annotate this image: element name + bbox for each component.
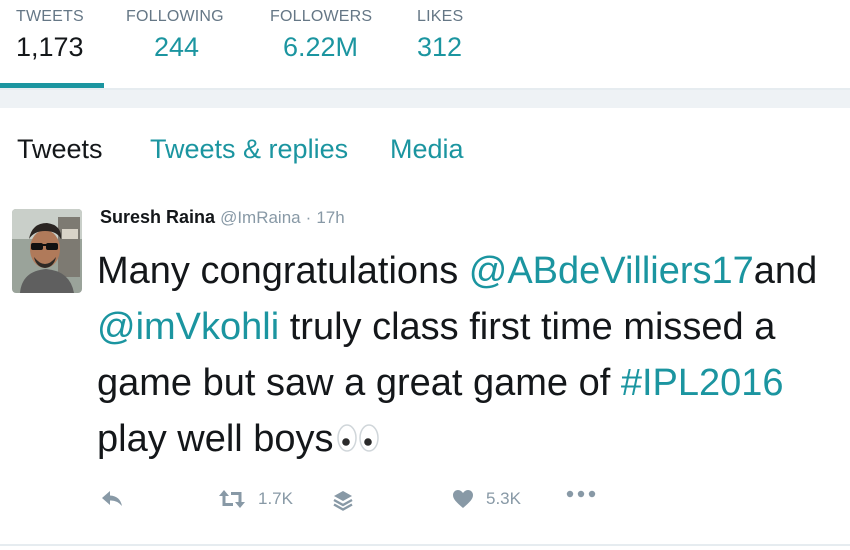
tweet-handle[interactable]: @ImRaina	[220, 208, 301, 227]
mention-link[interactable]: @imVkohli	[97, 306, 279, 348]
retweet-button[interactable]: 1.7K	[218, 489, 293, 509]
tweet-fullname[interactable]: Suresh Raina	[100, 207, 215, 227]
profile-stats-nav: TWEETS 1,173 FOLLOWING 244 FOLLOWERS 6.2…	[0, 0, 850, 90]
mention-link[interactable]: @ABdeVilliers17	[469, 250, 754, 292]
tweet[interactable]: Suresh Raina @ImRaina · 17h Many congrat…	[0, 189, 850, 550]
stat-followers-label: FOLLOWERS	[270, 8, 373, 25]
stat-likes-value: 312	[417, 32, 463, 62]
timeline-tabs: Tweets Tweets & replies Media	[0, 108, 850, 297]
stat-tweets[interactable]: TWEETS 1,173	[16, 8, 84, 63]
layers-icon	[333, 491, 353, 511]
layers-button[interactable]	[332, 489, 354, 513]
like-button[interactable]: 5.3K	[452, 489, 521, 509]
tweet-header: Suresh Raina @ImRaina · 17h	[100, 207, 345, 228]
tab-tweets[interactable]: Tweets	[17, 134, 103, 165]
retweet-count: 1.7K	[258, 489, 293, 508]
tweet-text-part: Many congratulations	[97, 250, 469, 292]
more-button[interactable]	[566, 489, 596, 499]
tweet-text-part: and	[753, 250, 818, 292]
stat-following-label: FOLLOWING	[126, 8, 224, 25]
like-count: 5.3K	[486, 489, 521, 508]
stat-tweets-label: TWEETS	[16, 8, 84, 25]
tweet-timestamp[interactable]: 17h	[316, 208, 344, 227]
heart-icon	[453, 490, 473, 508]
tab-media[interactable]: Media	[390, 134, 464, 165]
stat-followers-value: 6.22M	[283, 32, 359, 62]
stat-followers[interactable]: FOLLOWERS 6.22M	[270, 8, 372, 63]
stat-tweets-value: 1,173	[16, 32, 84, 62]
avatar[interactable]	[12, 209, 82, 293]
hashtag-link[interactable]: #IPL2016	[621, 362, 784, 404]
stat-likes[interactable]: LIKES 312	[417, 8, 463, 63]
eyes-emoji	[336, 413, 382, 469]
tweet-separator: ·	[305, 208, 312, 227]
tweet-bottom-divider	[0, 544, 850, 546]
section-gap	[0, 90, 850, 108]
reply-button[interactable]	[100, 489, 124, 509]
retweet-icon	[219, 490, 245, 508]
tab-tweets-replies[interactable]: Tweets & replies	[150, 134, 348, 165]
tweet-actions: 1.7K 5.3K	[0, 485, 850, 525]
stat-following-value: 244	[154, 32, 200, 62]
tweet-text-part: play well boys	[97, 418, 334, 460]
stat-following[interactable]: FOLLOWING 244	[126, 8, 224, 63]
reply-icon	[102, 491, 122, 506]
stat-likes-label: LIKES	[417, 8, 464, 25]
tweet-text: Many congratulations @ABdeVilliers17and @…	[97, 243, 837, 469]
more-icon	[566, 490, 596, 498]
